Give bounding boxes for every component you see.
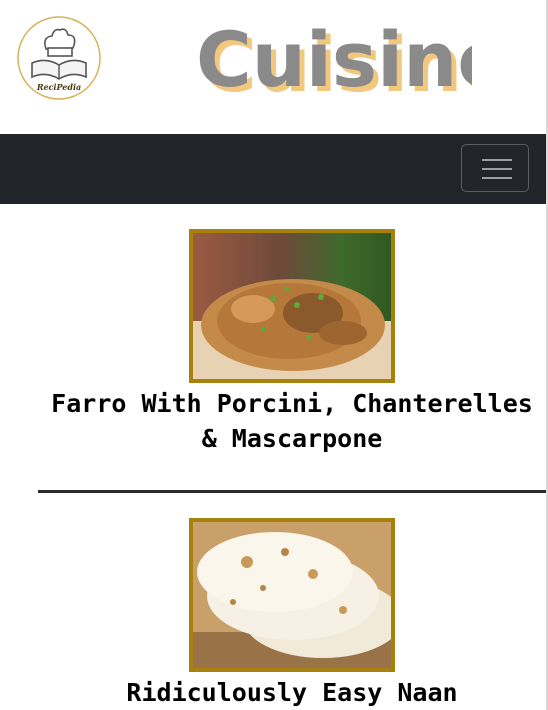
logo-text: ReciPedia [36, 82, 81, 92]
brand-title[interactable]: Cuisine Cuisine [192, 14, 514, 110]
hamburger-menu-icon [482, 159, 512, 161]
recipedia-logo[interactable]: ReciPedia [16, 15, 102, 101]
recipe-divider [38, 490, 546, 493]
brand-title-text: Cuisine [196, 15, 472, 104]
farro-dish-image [193, 233, 391, 379]
naan-bread-image [193, 522, 391, 668]
navbar [0, 134, 546, 204]
navbar-toggler-button[interactable] [461, 144, 529, 192]
recipe-title-farro[interactable]: Farro With Porcini, Chanterelles & Masca… [40, 386, 544, 456]
site-header: ReciPedia Cuisine Cuisine [0, 0, 546, 134]
logo-emblem: ReciPedia [17, 16, 101, 100]
hamburger-menu-icon [482, 177, 512, 179]
recipe-title-naan[interactable]: Ridiculously Easy Naan [40, 675, 544, 710]
hamburger-menu-icon [482, 168, 512, 170]
recipe-image-naan[interactable] [189, 518, 395, 672]
recipe-image-farro[interactable] [189, 229, 395, 383]
